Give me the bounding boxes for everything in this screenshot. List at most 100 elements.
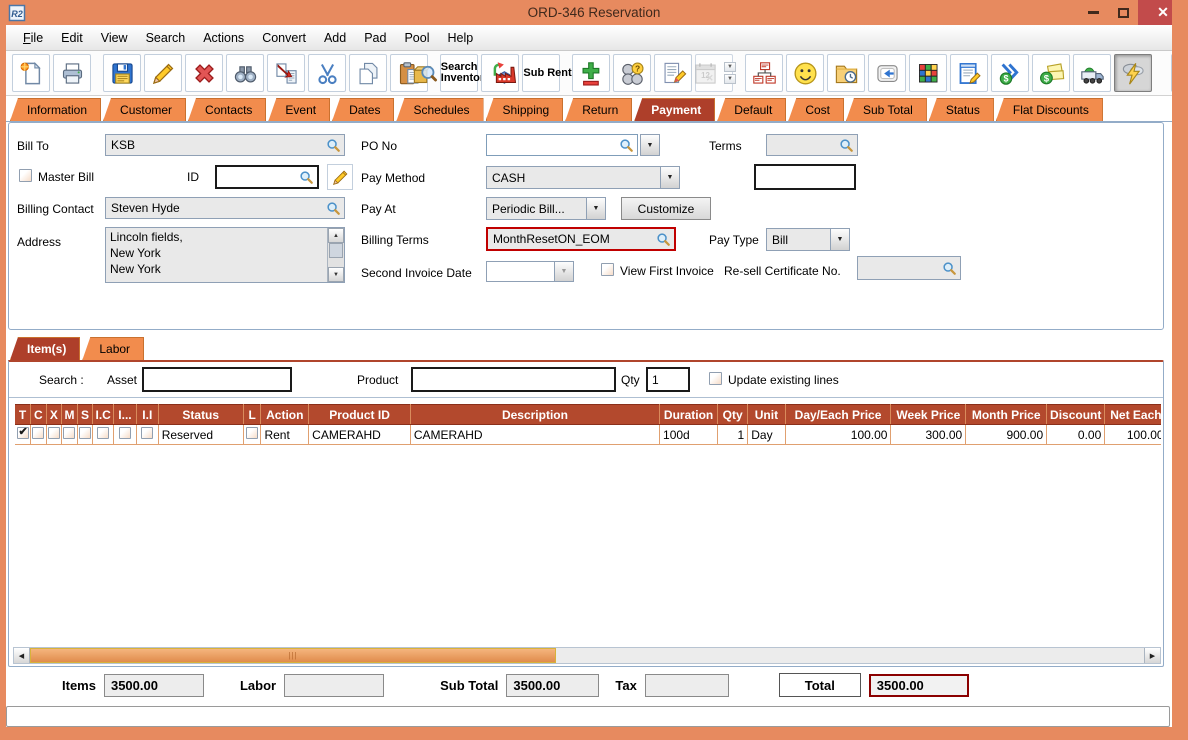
new-document-button[interactable] — [12, 54, 50, 92]
col-description[interactable]: Description — [410, 405, 659, 425]
item-tab-labor[interactable]: Labor — [82, 337, 144, 360]
col-i-c[interactable]: I.C — [93, 405, 114, 425]
col-t[interactable]: T — [15, 405, 31, 425]
tab-default[interactable]: Default — [717, 98, 786, 121]
col-net-each[interactable]: Net Each — [1105, 405, 1161, 425]
billing-notes-button[interactable]: $ — [1032, 54, 1070, 92]
address-textarea[interactable]: Lincoln fields, New York New York ▲ ▼ — [105, 227, 345, 283]
menu-search[interactable]: Search — [137, 27, 195, 49]
customize-button[interactable]: Customize — [621, 197, 711, 220]
tab-payment[interactable]: Payment — [634, 98, 715, 121]
exit-button[interactable]: EXIT — [1171, 54, 1188, 92]
col-action[interactable]: Action — [261, 405, 309, 425]
table-row[interactable]: ReservedRentCAMERAHDCAMERAHD100d1Day100.… — [15, 425, 1161, 445]
tab-dates[interactable]: Dates — [332, 98, 394, 121]
col-qty[interactable]: Qty — [718, 405, 748, 425]
transport-button[interactable] — [1073, 54, 1111, 92]
analysis-blocks-button[interactable] — [909, 54, 947, 92]
billing-terms-field[interactable]: MonthResetON_EOM — [486, 227, 676, 251]
menu-add[interactable]: Add — [315, 27, 355, 49]
tab-flat-discounts[interactable]: Flat Discounts — [996, 98, 1103, 121]
notes-button[interactable] — [950, 54, 988, 92]
second-invoice-date-field[interactable]: ▼ — [486, 261, 574, 282]
row-checkbox-l[interactable] — [246, 427, 258, 439]
copy-button[interactable] — [349, 54, 387, 92]
sub-rent-button[interactable]: Sub Rent▼▼ — [522, 54, 560, 92]
update-existing-lines-checkbox[interactable] — [709, 372, 722, 385]
tab-information[interactable]: Information — [10, 98, 101, 121]
menu-file[interactable]: File — [14, 27, 52, 49]
edit-id-button[interactable] — [327, 164, 353, 190]
pay-at-combo[interactable]: Periodic Bill...▼ — [486, 197, 606, 220]
col-status[interactable]: Status — [158, 405, 243, 425]
menu-pad[interactable]: Pad — [355, 27, 395, 49]
shortcut-key-button[interactable] — [868, 54, 906, 92]
menu-view[interactable]: View — [92, 27, 137, 49]
search-inventory-button[interactable]: SearchInventory▼▼ — [440, 54, 478, 92]
tab-schedules[interactable]: Schedules — [396, 98, 483, 121]
product-input[interactable] — [411, 367, 616, 392]
scroll-right-icon[interactable]: ▶ — [1144, 648, 1160, 663]
resell-certificate-field[interactable] — [857, 256, 961, 280]
col-i-[interactable]: I... — [114, 405, 137, 425]
tab-shipping[interactable]: Shipping — [486, 98, 564, 121]
wheel-group-button[interactable]: ? — [613, 54, 651, 92]
menu-convert[interactable]: Convert — [253, 27, 315, 49]
tab-status[interactable]: Status — [929, 98, 994, 121]
pay-method-extra-field[interactable] — [754, 164, 856, 190]
edit-button[interactable] — [144, 54, 182, 92]
print-button[interactable] — [53, 54, 91, 92]
tab-sub-total[interactable]: Sub Total — [846, 98, 927, 121]
row-checkbox-s[interactable] — [79, 427, 91, 439]
push-billing-button[interactable]: $ — [991, 54, 1029, 92]
col-week-price[interactable]: Week Price — [891, 405, 966, 425]
master-bill-checkbox[interactable] — [19, 169, 32, 182]
calendar-button[interactable]: 12▼▼ — [695, 54, 733, 92]
row-checkbox-m[interactable] — [63, 427, 75, 439]
address-scrollbar[interactable]: ▲ ▼ — [327, 228, 344, 282]
find-button[interactable] — [226, 54, 264, 92]
delete-button[interactable] — [185, 54, 223, 92]
col-month-price[interactable]: Month Price — [966, 405, 1047, 425]
tab-event[interactable]: Event — [268, 98, 330, 121]
menu-edit[interactable]: Edit — [52, 27, 92, 49]
menu-pool[interactable]: Pool — [395, 27, 438, 49]
row-checkbox-c[interactable] — [32, 427, 44, 439]
menu-help[interactable]: Help — [439, 27, 483, 49]
row-checkbox-i-[interactable] — [119, 427, 131, 439]
col-duration[interactable]: Duration — [660, 405, 718, 425]
col-x[interactable]: X — [46, 405, 62, 425]
tab-return[interactable]: Return — [565, 98, 632, 121]
asset-input[interactable] — [142, 367, 292, 392]
row-checkbox-i-c[interactable] — [97, 427, 109, 439]
scroll-left-icon[interactable]: ◀ — [14, 648, 30, 663]
col-m[interactable]: M — [62, 405, 78, 425]
col-day-each-price[interactable]: Day/Each Price — [785, 405, 891, 425]
quick-action-button[interactable] — [1114, 54, 1152, 92]
row-checkbox-x[interactable] — [48, 427, 60, 439]
horizontal-scrollbar[interactable]: ◀ ||| ▶ — [13, 647, 1161, 664]
tab-contacts[interactable]: Contacts — [188, 98, 266, 121]
scrollbar-thumb[interactable]: ||| — [30, 648, 556, 663]
transfer-button[interactable] — [267, 54, 305, 92]
tab-customer[interactable]: Customer — [103, 98, 186, 121]
col-s[interactable]: S — [77, 405, 93, 425]
po-no-dropdown[interactable]: ▼ — [640, 134, 660, 156]
col-discount[interactable]: Discount — [1047, 405, 1105, 425]
col-unit[interactable]: Unit — [748, 405, 785, 425]
bill-to-field[interactable]: KSB — [105, 134, 345, 156]
pay-method-combo[interactable]: CASH▼ — [486, 166, 680, 189]
view-first-invoice-checkbox[interactable] — [601, 263, 614, 276]
memo-button[interactable] — [654, 54, 692, 92]
col-i-i[interactable]: I.I — [136, 405, 158, 425]
save-button[interactable] — [103, 54, 141, 92]
rate-structure-button[interactable] — [745, 54, 783, 92]
history-folder-button[interactable] — [827, 54, 865, 92]
billing-contact-field[interactable]: Steven Hyde — [105, 197, 345, 219]
tab-cost[interactable]: Cost — [788, 98, 844, 121]
qty-input[interactable]: 1 — [646, 367, 690, 392]
row-checkbox-i-i[interactable] — [141, 427, 153, 439]
menu-actions[interactable]: Actions — [194, 27, 253, 49]
terms-field[interactable] — [766, 134, 858, 156]
pay-type-combo[interactable]: Bill▼ — [766, 228, 850, 251]
